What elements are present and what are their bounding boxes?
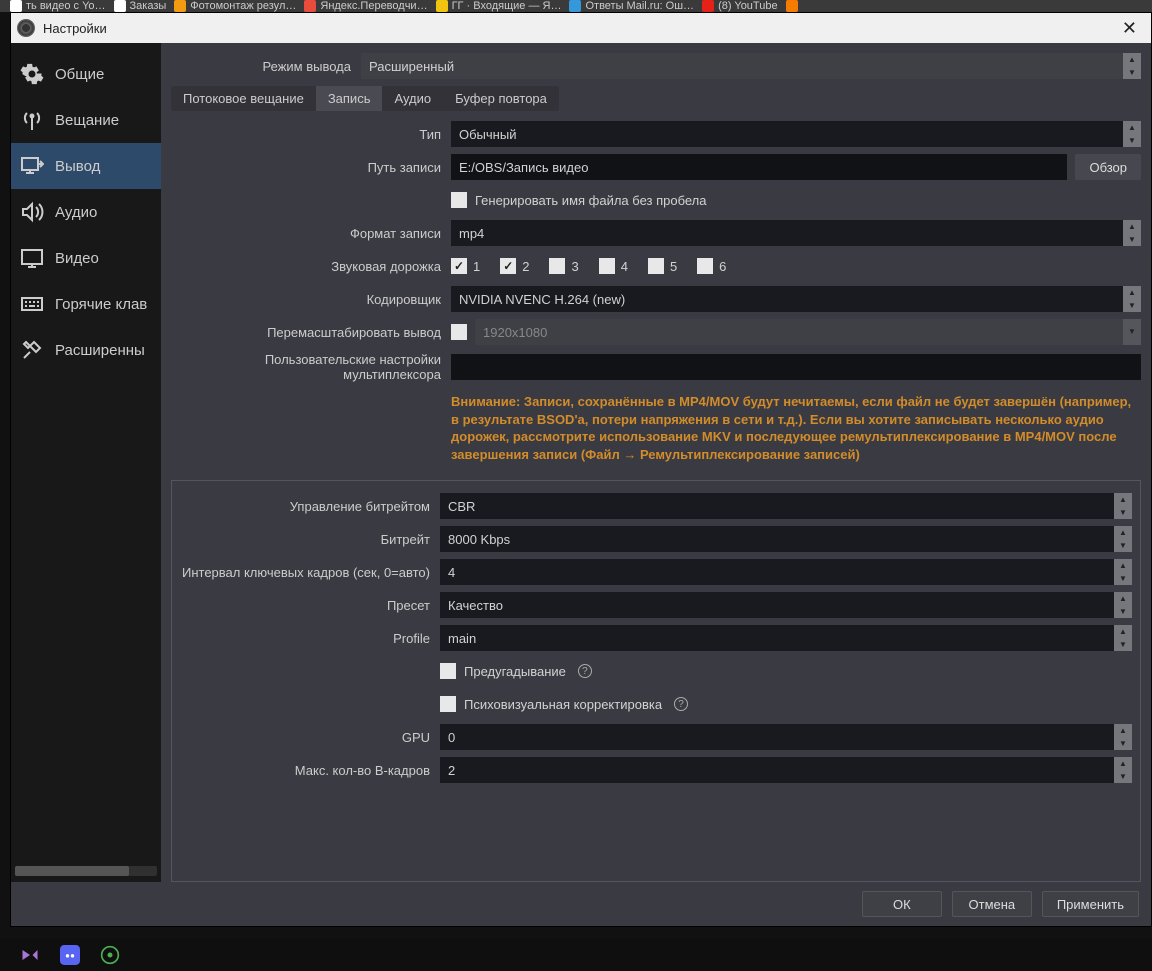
tab-replay-buffer[interactable]: Буфер повтора [443,86,559,111]
keyboard-icon [19,291,45,317]
audio-tracks: 1 2 3 4 5 6 [451,258,1141,274]
track-5-checkbox[interactable] [648,258,664,274]
browse-button[interactable]: Обзор [1075,154,1141,180]
encoder-panel: Управление битрейтом CBR ▲▼ Битрейт 8000… [171,480,1141,882]
keyint-spinner[interactable]: 4 ▲▼ [440,559,1132,585]
bitrate-spinner[interactable]: 8000 Kbps ▲▼ [440,526,1132,552]
psycho-checkbox[interactable] [440,696,456,712]
rescale-checkbox[interactable] [451,324,467,340]
output-mode-label: Режим вывода [171,59,361,74]
lookahead-label: Предугадывание [464,664,566,679]
rescale-select: 1920x1080 ▼ [475,319,1141,345]
sidebar: Общие Вещание Вывод Аудио [11,43,161,882]
tab-audio[interactable]: Аудио [382,86,443,111]
rec-format-label: Формат записи [171,226,451,241]
profile-select[interactable]: main ▲▼ [440,625,1132,651]
gen-no-space-label: Генерировать имя файла без пробела [475,193,707,208]
tools-icon [19,337,45,363]
lookahead-checkbox[interactable] [440,663,456,679]
preset-select[interactable]: Качество ▲▼ [440,592,1132,618]
titlebar[interactable]: Настройки ✕ [11,13,1151,43]
monitor-icon [19,245,45,271]
keyint-label: Интервал ключевых кадров (сек, 0=авто) [180,565,440,580]
output-mode-select[interactable]: Расширенный ▲▼ [361,53,1141,79]
discord-icon[interactable] [60,945,80,965]
tab-recording[interactable]: Запись [316,86,383,111]
mux-label: Пользовательские настройки мультиплексор… [171,352,451,382]
bframes-spinner[interactable]: 2 ▲▼ [440,757,1132,783]
audio-track-label: Звуковая дорожка [171,259,451,274]
sidebar-item-stream[interactable]: Вещание [11,97,161,143]
rescale-label: Перемасштабировать вывод [171,325,451,340]
gear-icon [19,61,45,87]
tab-streaming[interactable]: Потоковое вещание [171,86,316,111]
track-4-checkbox[interactable] [599,258,615,274]
sidebar-item-advanced[interactable]: Расширенны [11,327,161,373]
encoder-label: Кодировщик [171,292,451,307]
rate-control-label: Управление битрейтом [180,499,440,514]
os-browser-tabs: ть видео с Yo… Заказы Фотомонтаж резул… … [0,0,1152,12]
monitor-out-icon [19,153,45,179]
preset-label: Пресет [180,598,440,613]
obs-logo-icon [17,19,35,37]
gpu-spinner[interactable]: 0 ▲▼ [440,724,1132,750]
antenna-icon [19,107,45,133]
apply-button[interactable]: Применить [1042,891,1139,917]
sidebar-scrollbar[interactable] [15,866,157,876]
rate-control-select[interactable]: CBR ▲▼ [440,493,1132,519]
mp4-warning: Внимание: Записи, сохранённые в MP4/MOV … [451,389,1141,473]
cancel-button[interactable]: Отмена [952,891,1032,917]
sidebar-item-hotkeys[interactable]: Горячие клав [11,281,161,327]
sidebar-item-audio[interactable]: Аудио [11,189,161,235]
app-icon[interactable] [100,945,120,965]
encoder-select[interactable]: NVIDIA NVENC H.264 (new) ▲▼ [451,286,1141,312]
track-1-checkbox[interactable] [451,258,467,274]
settings-window: Настройки ✕ Общие Вещание Вывод [10,12,1152,927]
rec-type-select[interactable]: Обычный ▲▼ [451,121,1141,147]
track-6-checkbox[interactable] [697,258,713,274]
sidebar-item-output[interactable]: Вывод [11,143,161,189]
gpu-label: GPU [180,730,440,745]
vs-icon[interactable] [20,945,40,965]
sidebar-item-general[interactable]: Общие [11,51,161,97]
taskbar[interactable] [0,939,1152,971]
bitrate-label: Битрейт [180,532,440,547]
speaker-icon [19,199,45,225]
window-title: Настройки [43,21,107,36]
rec-type-label: Тип [171,127,451,142]
content-area: Режим вывода Расширенный ▲▼ Потоковое ве… [161,43,1151,882]
bframes-label: Макс. кол-во B-кадров [180,763,440,778]
output-tabs: Потоковое вещание Запись Аудио Буфер пов… [171,86,559,111]
sidebar-item-video[interactable]: Видео [11,235,161,281]
track-3-checkbox[interactable] [549,258,565,274]
gen-no-space-checkbox[interactable] [451,192,467,208]
psycho-label: Психовизуальная корректировка [464,697,662,712]
close-icon[interactable]: ✕ [1114,18,1145,39]
mux-input[interactable] [451,354,1141,380]
help-icon[interactable]: ? [578,664,592,678]
rec-format-select[interactable]: mp4 ▲▼ [451,220,1141,246]
profile-label: Profile [180,631,440,646]
help-icon[interactable]: ? [674,697,688,711]
rec-path-input[interactable]: E:/OBS/Запись видео [451,154,1067,180]
track-2-checkbox[interactable] [500,258,516,274]
dialog-footer: ОК Отмена Применить [11,882,1151,926]
ok-button[interactable]: ОК [862,891,942,917]
rec-path-label: Путь записи [171,160,451,175]
